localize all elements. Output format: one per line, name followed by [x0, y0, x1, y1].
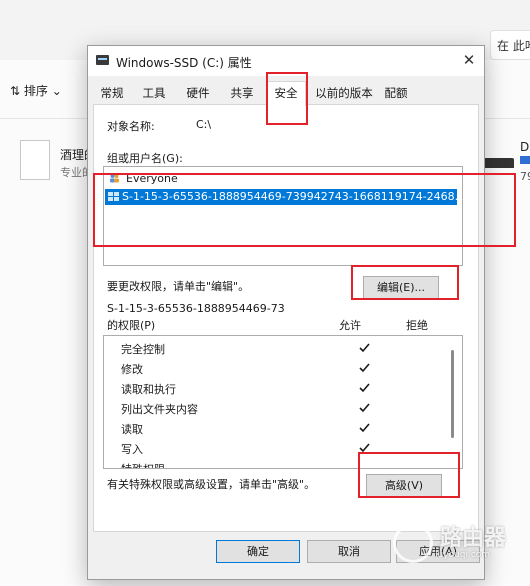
permissions-list[interactable]: 完全控制 修改 读取和执行 列出文件夹内容 读取 写入 特殊权限 [103, 335, 463, 469]
highlight-box-advanced-button [358, 452, 460, 498]
drive-icon [96, 55, 109, 65]
permission-name: 写入 [121, 443, 143, 456]
change-permissions-hint: 要更改权限，请单击"编辑"。 [107, 280, 250, 293]
tab-sharing[interactable]: 共享 [228, 84, 256, 103]
allow-column-header: 允许 [339, 319, 361, 332]
permissions-for-label: 的权限(P) [107, 319, 156, 332]
ok-button[interactable]: 确定 [216, 540, 300, 563]
sort-icon: ⇅ [10, 84, 24, 98]
highlight-box-selected-user [93, 173, 516, 247]
explorer-search-text: 在 此叶 [497, 39, 530, 53]
drive-icon[interactable] [484, 158, 514, 168]
object-name-label: 对象名称: [107, 120, 155, 133]
permission-name: 特殊权限 [121, 461, 165, 468]
tab-quota[interactable]: 配额 [382, 84, 410, 103]
permission-name: 完全控制 [121, 343, 165, 356]
file-icon[interactable] [20, 140, 50, 180]
permissions-scrollbar[interactable] [451, 350, 454, 438]
permission-name: 修改 [121, 363, 143, 376]
sort-label: 排序 [23, 84, 48, 98]
highlight-box-edit-button [351, 265, 459, 300]
tab-tools[interactable]: 工具 [140, 84, 168, 103]
chevron-down-icon: ⌄ [47, 84, 62, 98]
close-button[interactable]: ✕ [460, 51, 478, 69]
tab-hardware[interactable]: 硬件 [184, 84, 212, 103]
deny-column-header: 拒绝 [406, 319, 428, 332]
object-name-value: C:\ [196, 118, 212, 131]
allow-check-icon [359, 343, 370, 353]
tab-general[interactable]: 常规 [98, 84, 126, 103]
group-user-label: 组或用户名(G): [107, 152, 183, 165]
cancel-button[interactable]: 取消 [307, 540, 391, 563]
allow-check-icon [359, 363, 370, 373]
permission-name: 读取 [121, 423, 143, 436]
watermark-logo-icon [393, 523, 433, 563]
allow-check-icon [359, 403, 370, 413]
permissions-subject: S-1-15-3-65536-1888954469-73 [107, 302, 285, 315]
highlight-box-security-tab [266, 72, 308, 125]
advanced-hint: 有关特殊权限或高级设置，请单击"高级"。 [107, 478, 316, 491]
dialog-title: Windows-SSD (C:) 属性 [116, 56, 252, 70]
allow-check-icon [359, 383, 370, 393]
watermark-url: luyouqi.com [435, 550, 491, 560]
permission-name: 列出文件夹内容 [121, 403, 198, 416]
drive-usage-bar [520, 156, 530, 164]
tab-previous-versions[interactable]: 以前的版本 [314, 84, 374, 103]
properties-dialog: Windows-SSD (C:) 属性 ✕ 常规 工具 硬件 共享 安全 以前的… [87, 45, 485, 580]
drive-number: 79 [520, 170, 530, 183]
permission-name: 读取和执行 [121, 383, 176, 396]
allow-check-icon [359, 423, 370, 433]
sort-button[interactable]: ⇅ 排序 ⌄ [10, 82, 62, 99]
watermark-text: 路由器 [440, 526, 507, 551]
drive-label: D [520, 140, 530, 154]
